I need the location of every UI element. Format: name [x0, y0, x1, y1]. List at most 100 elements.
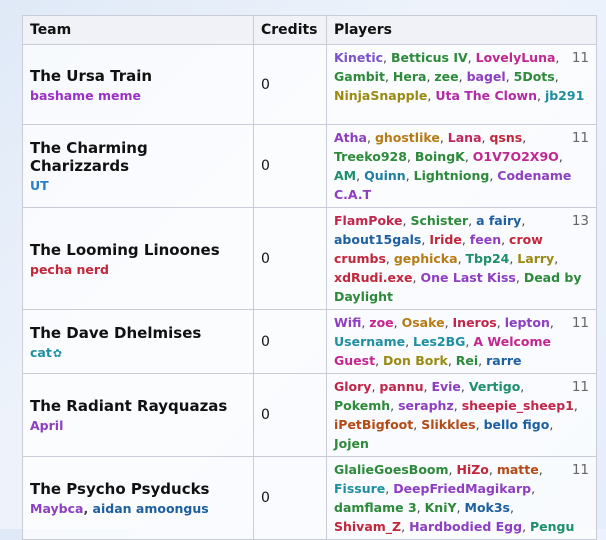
team-credits: 0 — [253, 44, 327, 125]
player-name[interactable]: jb291 — [545, 88, 584, 103]
player-name[interactable]: Betticus IV — [391, 50, 468, 65]
team-players: 11 Glory, pannu, Evie, Vertigo, Pokemh, s… — [326, 373, 597, 457]
player-name[interactable]: Lightniong — [414, 168, 490, 183]
player-count: 11 — [571, 379, 589, 395]
captain-name[interactable]: pecha nerd — [30, 262, 109, 277]
player-name[interactable]: sheepie_sheep1 — [462, 398, 574, 413]
player-name[interactable]: bello figo — [484, 417, 550, 432]
player-name[interactable]: a fairy — [476, 213, 521, 228]
player-name[interactable]: NinjaSnapple — [334, 88, 427, 103]
team-name: The Radiant Rayquazas — [30, 397, 228, 415]
player-name[interactable]: zee — [434, 69, 458, 84]
player-name[interactable]: 5Dots — [514, 69, 555, 84]
player-name[interactable]: Kinetic — [334, 50, 383, 65]
player-name[interactable]: Larry — [517, 251, 554, 266]
player-name[interactable]: Quinn — [364, 168, 406, 183]
header-row: Team Credits Players — [22, 15, 597, 45]
player-name[interactable]: O1V7O2X9O — [473, 149, 559, 164]
team-players: 11 Atha, ghostlike, Lana, qsns, Treeko928… — [326, 124, 597, 208]
captain-name[interactable]: cat — [30, 345, 52, 360]
player-name[interactable]: ghostlike — [375, 130, 440, 145]
player-name[interactable]: Gambit — [334, 69, 385, 84]
team-row: The Ursa Train bashame meme 0 11 Kinetic, Be… — [22, 44, 597, 125]
team-cell: The Charming Charizzards UT — [22, 124, 254, 208]
player-name[interactable]: Vertigo — [469, 379, 520, 394]
player-name[interactable]: gephicka — [394, 251, 458, 266]
player-name[interactable]: Wifi — [334, 315, 361, 330]
player-name[interactable]: Treeko928 — [334, 149, 407, 164]
header-credits[interactable]: Credits — [253, 15, 327, 45]
captain-name[interactable]: UT — [30, 178, 49, 193]
team-name: The Charming Charizzards — [30, 139, 148, 175]
player-name[interactable]: feen — [470, 232, 501, 247]
player-name[interactable]: KniY — [425, 500, 457, 515]
player-name[interactable]: AM — [334, 168, 356, 183]
team-captains: April — [30, 418, 246, 433]
player-name[interactable]: Schister — [410, 213, 468, 228]
player-name[interactable]: rarre — [486, 353, 521, 368]
team-cell: The Radiant Rayquazas April — [22, 373, 254, 457]
captain-name[interactable]: Maybca — [30, 501, 83, 516]
player-name[interactable]: HiZo — [456, 462, 488, 477]
player-name[interactable]: xdRudi.exe — [334, 270, 413, 285]
player-name[interactable]: Atha — [334, 130, 367, 145]
player-name[interactable]: Lana — [448, 130, 482, 145]
player-name[interactable]: Les2BG — [413, 334, 465, 349]
flower-icon: ✿ — [52, 346, 63, 360]
player-name[interactable]: Fissure — [334, 481, 385, 496]
player-name[interactable]: Slikkles — [421, 417, 475, 432]
player-name[interactable]: bagel — [467, 69, 506, 84]
team-row: The Psycho Psyducks Maybca, aidan amoongu… — [22, 456, 597, 540]
player-name[interactable]: Shivam_Z — [334, 519, 401, 534]
player-name[interactable]: Glory — [334, 379, 371, 394]
player-name[interactable]: pannu — [379, 379, 423, 394]
player-count: 11 — [571, 130, 589, 146]
player-name[interactable]: about15gals — [334, 232, 421, 247]
team-captains: UT — [30, 178, 246, 193]
player-name[interactable]: Jojen — [334, 436, 369, 451]
team-row: The Dave Dhelmises cat✿ 0 11 Wifi, zoe, Osak… — [22, 309, 597, 374]
player-name[interactable]: Osake — [402, 315, 445, 330]
player-name[interactable]: Username — [334, 334, 405, 349]
team-cell: The Looming Linoones pecha nerd — [22, 207, 254, 310]
player-name[interactable]: Ineros — [453, 315, 497, 330]
player-name[interactable]: Pengu — [530, 519, 574, 534]
player-name[interactable]: Don Bork — [383, 353, 448, 368]
player-name[interactable]: zoe — [369, 315, 393, 330]
player-name[interactable]: GlalieGoesBoom — [334, 462, 449, 477]
player-name[interactable]: Evie — [431, 379, 460, 394]
team-cell: The Ursa Train bashame meme — [22, 44, 254, 125]
player-name[interactable]: Rei — [456, 353, 478, 368]
player-count: 11 — [571, 462, 589, 478]
player-name[interactable]: Pokemh — [334, 398, 390, 413]
player-count: 11 — [571, 315, 589, 331]
player-name[interactable]: damflame 3 — [334, 500, 417, 515]
header-players[interactable]: Players — [326, 15, 597, 45]
player-name[interactable]: lepton — [505, 315, 550, 330]
player-name[interactable]: One Last Kiss — [421, 270, 516, 285]
header-team[interactable]: Team — [22, 15, 254, 45]
player-name[interactable]: LovelyLuna — [476, 50, 556, 65]
captain-name[interactable]: bashame meme — [30, 88, 141, 103]
player-name[interactable]: Hardbodied Egg — [409, 519, 522, 534]
player-name[interactable]: qsns — [489, 130, 522, 145]
captain-name[interactable]: aidan amoongus — [93, 501, 209, 516]
captain-name[interactable]: April — [30, 418, 63, 433]
player-name[interactable]: Uta The Clown — [435, 88, 537, 103]
player-name[interactable]: FlamPoke — [334, 213, 403, 228]
team-credits: 0 — [253, 456, 327, 540]
team-credits: 0 — [253, 124, 327, 208]
player-name[interactable]: Hera — [393, 69, 427, 84]
player-name[interactable]: Mok3s — [465, 500, 510, 515]
player-name[interactable]: Tbp24 — [466, 251, 510, 266]
team-name: The Psycho Psyducks — [30, 480, 210, 498]
player-name[interactable]: BoingK — [415, 149, 465, 164]
player-name[interactable]: DeepFriedMagikarp — [393, 481, 531, 496]
team-row: The Looming Linoones pecha nerd 0 13 FlamPok… — [22, 207, 597, 310]
player-name[interactable]: iPetBigfoot — [334, 417, 413, 432]
teams-table: Team Credits Players The Ursa Train basha… — [22, 15, 597, 540]
player-name[interactable]: matte — [497, 462, 539, 477]
team-players: 11 GlalieGoesBoom, HiZo, matte, Fissure, … — [326, 456, 597, 540]
player-name[interactable]: seraphz — [398, 398, 454, 413]
player-name[interactable]: Iride — [429, 232, 462, 247]
